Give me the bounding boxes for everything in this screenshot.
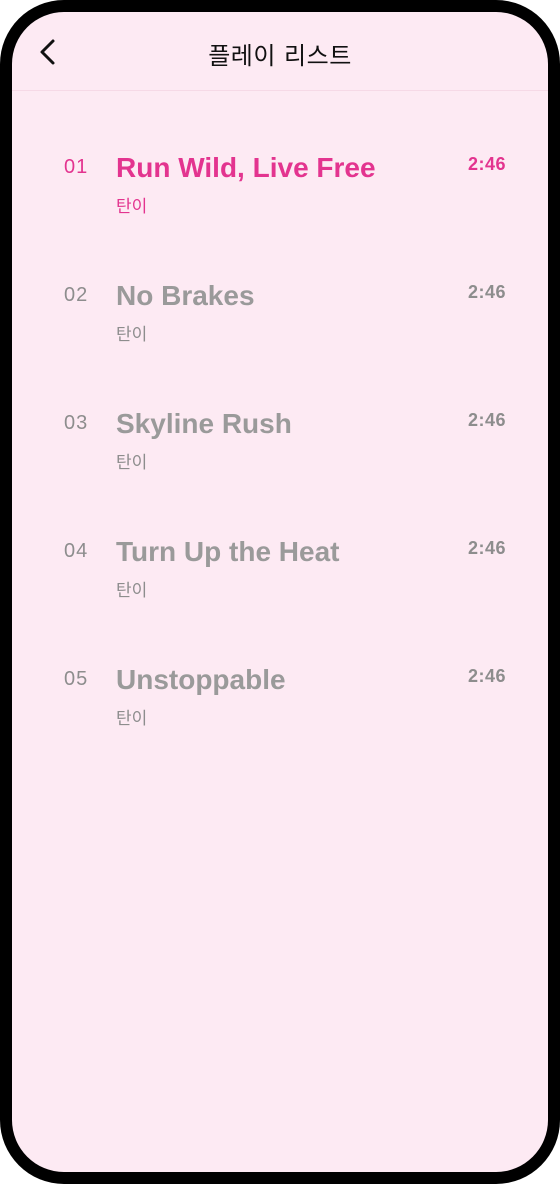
track-artist: 탄이 xyxy=(116,709,148,729)
track-artist: 탄이 xyxy=(116,581,148,601)
track-item[interactable]: 01 Run Wild, Live Free 탄이 2:46 xyxy=(12,152,548,244)
track-number: 04 xyxy=(64,540,89,562)
track-number: 05 xyxy=(64,668,89,690)
screen: 플레이 리스트 01 Run Wild, Live Free 탄이 2:46 0… xyxy=(12,12,548,1172)
track-artist: 탄이 xyxy=(116,325,148,345)
track-item[interactable]: 04 Turn Up the Heat 탄이 2:46 xyxy=(12,536,548,628)
track-number: 03 xyxy=(64,412,89,434)
page-title: 플레이 리스트 xyxy=(208,42,352,70)
track-title: Skyline Rush xyxy=(116,408,292,439)
track-duration: 2:46 xyxy=(467,282,506,302)
track-item[interactable]: 05 Unstoppable 탄이 2:46 xyxy=(12,664,548,756)
header: 플레이 리스트 xyxy=(12,12,548,91)
track-item[interactable]: 02 No Brakes 탄이 2:46 xyxy=(12,280,548,372)
track-item[interactable]: 03 Skyline Rush 탄이 2:46 xyxy=(12,408,548,500)
device-frame: 플레이 리스트 01 Run Wild, Live Free 탄이 2:46 0… xyxy=(0,0,560,1184)
track-duration: 2:46 xyxy=(467,538,506,558)
track-duration: 2:46 xyxy=(467,154,506,174)
track-artist: 탄이 xyxy=(116,453,148,473)
track-title: Run Wild, Live Free xyxy=(116,152,376,183)
track-duration: 2:46 xyxy=(467,666,506,686)
track-title: Turn Up the Heat xyxy=(116,536,340,567)
track-number: 01 xyxy=(64,156,89,178)
track-artist: 탄이 xyxy=(116,197,148,217)
track-duration: 2:46 xyxy=(467,410,506,430)
track-number: 02 xyxy=(64,284,89,306)
track-title: No Brakes xyxy=(116,280,255,311)
track-title: Unstoppable xyxy=(116,664,286,695)
